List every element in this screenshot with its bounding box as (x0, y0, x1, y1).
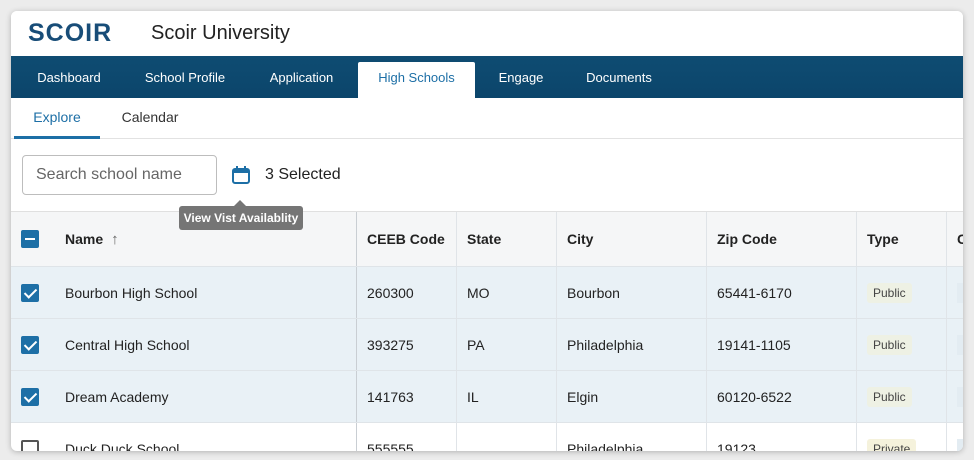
column-header-zip[interactable]: Zip Code (707, 212, 857, 266)
column-header-more[interactable]: C (947, 212, 963, 266)
ceeb-code: 260300 (357, 267, 457, 318)
column-header-state[interactable]: State (457, 212, 557, 266)
type-cell: Public (857, 371, 947, 422)
table-row[interactable]: Duck Duck School 555555 Philadelphia 191… (11, 423, 963, 451)
city: Philadelphia (557, 423, 707, 451)
school-name[interactable]: Bourbon High School (55, 267, 357, 318)
schools-table: Name ↑ CEEB Code State City Zip Code Typ… (11, 211, 963, 451)
truncated-badge (957, 282, 963, 303)
more-cell (947, 423, 963, 451)
ceeb-code: 393275 (357, 319, 457, 370)
table-header: Name ↑ CEEB Code State City Zip Code Typ… (11, 211, 963, 267)
city: Bourbon (557, 267, 707, 318)
school-name[interactable]: Central High School (55, 319, 357, 370)
tab-documents[interactable]: Documents (571, 62, 667, 98)
row-select-cell (11, 423, 55, 451)
column-header-city[interactable]: City (557, 212, 707, 266)
row-checkbox[interactable] (21, 387, 39, 406)
truncated-badge (957, 438, 963, 451)
sort-ascending-icon[interactable]: ↑ (111, 231, 119, 248)
subtab-calendar[interactable]: Calendar (111, 98, 189, 139)
select-all-cell (11, 212, 55, 266)
institution-title: Scoir University (151, 22, 290, 44)
more-cell (947, 371, 963, 422)
row-select-cell (11, 319, 55, 370)
type-badge: Private (867, 438, 917, 451)
truncated-badge (957, 334, 963, 355)
row-checkbox[interactable] (21, 335, 39, 354)
calendar-icon[interactable] (231, 165, 251, 185)
ceeb-code: 555555 (357, 423, 457, 451)
zip-code: 19141-1105 (707, 319, 857, 370)
city: Elgin (557, 371, 707, 422)
ceeb-code: 141763 (357, 371, 457, 422)
tab-engage[interactable]: Engage (485, 62, 557, 98)
subtab-explore[interactable]: Explore (14, 98, 100, 139)
column-header-type[interactable]: Type (857, 212, 947, 266)
type-cell: Public (857, 319, 947, 370)
sub-nav: Explore Calendar (11, 98, 963, 139)
type-cell: Private (857, 423, 947, 451)
state (457, 423, 557, 451)
column-label: Name (65, 231, 104, 247)
type-badge: Public (867, 334, 912, 355)
zip-code: 65441-6170 (707, 267, 857, 318)
selected-count: 3 Selected (265, 166, 341, 183)
school-name[interactable]: Duck Duck School (55, 423, 357, 451)
main-nav: Dashboard School Profile Application Hig… (11, 56, 963, 98)
select-all-checkbox[interactable] (21, 230, 39, 248)
tab-high-schools[interactable]: High Schools (358, 62, 475, 98)
row-select-cell (11, 267, 55, 318)
state: IL (457, 371, 557, 422)
column-header-ceeb[interactable]: CEEB Code (357, 212, 457, 266)
app-window: SCOIR Scoir University Dashboard School … (11, 11, 963, 451)
search-input[interactable] (22, 155, 217, 195)
top-bar: SCOIR Scoir University (11, 11, 963, 56)
tab-dashboard[interactable]: Dashboard (20, 62, 118, 98)
tab-school-profile[interactable]: School Profile (131, 62, 239, 98)
view-visit-availability-tooltip: View Vist Availablity (179, 200, 303, 230)
zip-code: 60120-6522 (707, 371, 857, 422)
city: Philadelphia (557, 319, 707, 370)
zip-code: 19123 (707, 423, 857, 451)
table-row[interactable]: Dream Academy 141763 IL Elgin 60120-6522… (11, 371, 963, 423)
row-checkbox[interactable] (21, 283, 39, 302)
truncated-badge (957, 386, 963, 407)
table-row[interactable]: Bourbon High School 260300 MO Bourbon 65… (11, 267, 963, 319)
more-cell (947, 267, 963, 318)
type-badge: Public (867, 386, 912, 407)
tab-application[interactable]: Application (255, 62, 348, 98)
more-cell (947, 319, 963, 370)
state: PA (457, 319, 557, 370)
school-name[interactable]: Dream Academy (55, 371, 357, 422)
scoir-logo[interactable]: SCOIR (28, 19, 112, 48)
row-checkbox[interactable] (21, 439, 39, 451)
type-badge: Public (867, 282, 912, 303)
state: MO (457, 267, 557, 318)
table-row[interactable]: Central High School 393275 PA Philadelph… (11, 319, 963, 371)
row-select-cell (11, 371, 55, 422)
type-cell: Public (857, 267, 947, 318)
